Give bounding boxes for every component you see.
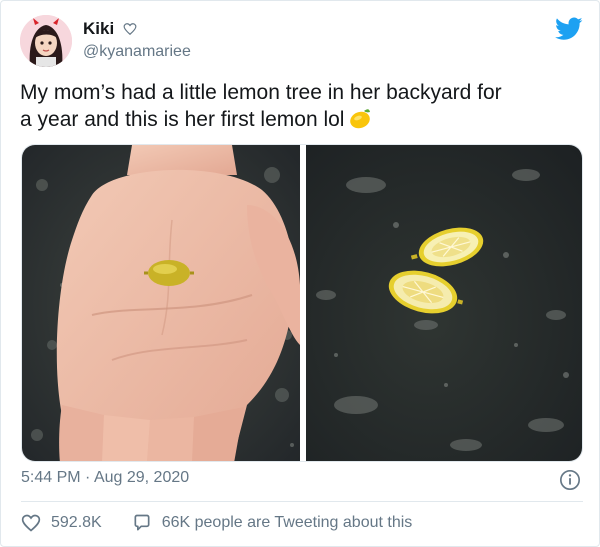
twitter-bird-icon[interactable]	[555, 17, 583, 41]
photo-hand-lemon[interactable]	[22, 145, 300, 461]
display-name[interactable]: Kiki	[83, 19, 114, 39]
media-gallery[interactable]	[21, 144, 583, 462]
photo-cut-lemon[interactable]	[306, 145, 582, 461]
tweet-timestamp[interactable]: 5:44 PM · Aug 29, 2020	[21, 469, 189, 487]
lemon-emoji-icon	[348, 107, 372, 129]
tweet-text-line: a year and this is her first lemon lol	[20, 106, 585, 133]
tweet-text-line: My mom’s had a little lemon tree in her …	[20, 81, 502, 104]
user-handle[interactable]: @kyanamariee	[83, 43, 191, 61]
tweet-actions: 592.8K 66K people are Tweeting about thi…	[21, 512, 442, 534]
heart-outline-icon	[123, 22, 137, 36]
speech-bubble-icon	[134, 514, 150, 531]
avatar[interactable]	[20, 15, 72, 67]
divider	[21, 501, 583, 502]
tweet-time: 5:44 PM	[21, 469, 81, 486]
like-count: 592.8K	[51, 514, 102, 531]
info-icon[interactable]	[559, 469, 581, 491]
tweet-date: Aug 29, 2020	[93, 469, 190, 486]
tweeting-about-link[interactable]: 66K people are Tweeting about this	[132, 513, 413, 533]
tweet-text-segment: a year and this is her first lemon lol	[20, 108, 345, 131]
tweet-card: Kiki @kyanamariee My mom’s had a little …	[0, 0, 600, 547]
heart-outline-icon	[21, 514, 41, 532]
user-info: Kiki @kyanamariee	[83, 19, 191, 61]
like-button[interactable]: 592.8K	[21, 513, 102, 533]
tweeting-about-text: 66K people are Tweeting about this	[161, 514, 413, 531]
timestamp-separator: ·	[85, 469, 91, 486]
tweet-text: My mom’s had a little lemon tree in her …	[20, 79, 585, 133]
